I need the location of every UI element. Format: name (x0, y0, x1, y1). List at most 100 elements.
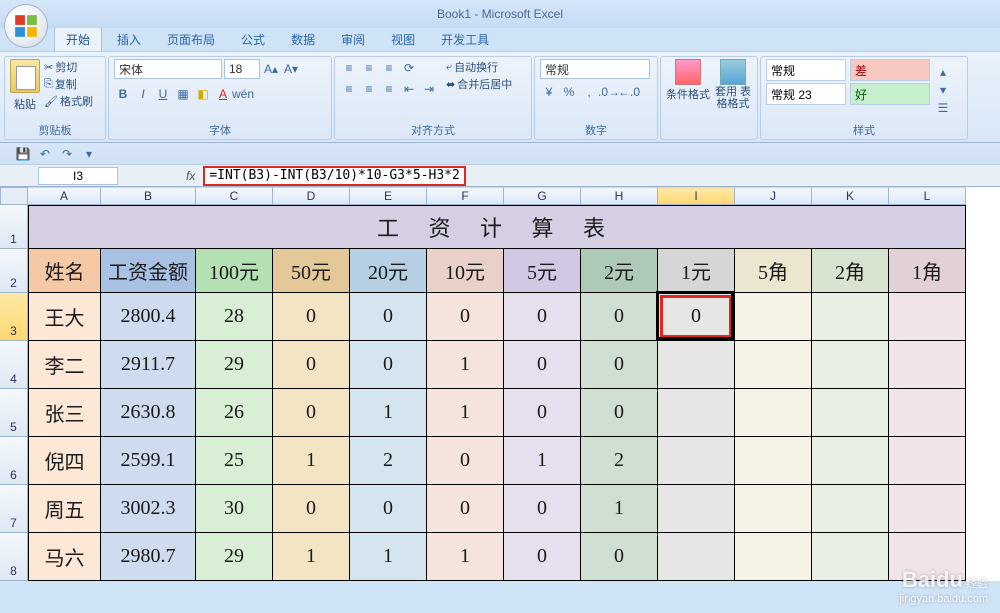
save-icon[interactable]: 💾 (14, 145, 32, 163)
col-header-J[interactable]: J (735, 187, 812, 205)
ribbon-tab-2[interactable]: 页面布局 (156, 28, 226, 51)
data-cell[interactable]: 0 (273, 341, 350, 389)
data-cell[interactable]: 0 (504, 485, 581, 533)
align-top-icon[interactable]: ≡ (340, 59, 358, 77)
data-cell[interactable] (735, 389, 812, 437)
data-cell[interactable]: 0 (350, 485, 427, 533)
italic-button[interactable]: I (134, 85, 152, 103)
col-header-B[interactable]: B (101, 187, 196, 205)
style-more-icon[interactable]: ☰ (934, 99, 952, 117)
header-cell[interactable]: 2元 (581, 249, 658, 293)
ribbon-tab-6[interactable]: 视图 (380, 28, 426, 51)
data-cell[interactable]: 倪四 (28, 437, 101, 485)
row-header-1[interactable]: 1 (0, 205, 28, 249)
data-cell[interactable]: 0 (504, 293, 581, 341)
col-header-G[interactable]: G (504, 187, 581, 205)
data-cell[interactable] (812, 341, 889, 389)
header-cell[interactable]: 5元 (504, 249, 581, 293)
ribbon-tab-0[interactable]: 开始 (54, 27, 102, 51)
style-good[interactable]: 好 (850, 83, 930, 105)
name-box[interactable] (38, 167, 118, 185)
data-cell[interactable]: 王大 (28, 293, 101, 341)
ribbon-tab-1[interactable]: 插入 (106, 28, 152, 51)
header-cell[interactable]: 20元 (350, 249, 427, 293)
ribbon-tab-3[interactable]: 公式 (230, 28, 276, 51)
font-color-button[interactable]: A (214, 85, 232, 103)
ribbon-tab-7[interactable]: 开发工具 (430, 28, 500, 51)
data-cell[interactable] (812, 533, 889, 581)
data-cell[interactable]: 0 (504, 341, 581, 389)
data-cell[interactable] (658, 485, 735, 533)
decrease-decimal-icon[interactable]: ←.0 (620, 83, 638, 101)
data-cell[interactable]: 李二 (28, 341, 101, 389)
data-cell[interactable]: 0 (427, 437, 504, 485)
undo-icon[interactable]: ↶ (36, 145, 54, 163)
data-cell[interactable]: 0 (273, 293, 350, 341)
data-cell[interactable] (658, 389, 735, 437)
underline-button[interactable]: U (154, 85, 172, 103)
data-cell[interactable] (812, 389, 889, 437)
data-cell[interactable]: 0 (504, 533, 581, 581)
merge-center-button[interactable]: ⬌合并后居中 (446, 76, 512, 92)
sheet-title-cell[interactable]: 工 资 计 算 表 (28, 205, 966, 249)
fx-icon[interactable]: fx (186, 169, 195, 183)
data-cell[interactable]: 张三 (28, 389, 101, 437)
cut-button[interactable]: ✂剪切 (44, 59, 93, 75)
data-cell[interactable]: 2 (350, 437, 427, 485)
data-cell[interactable]: 30 (196, 485, 273, 533)
data-cell[interactable]: 1 (273, 437, 350, 485)
data-cell[interactable]: 1 (581, 485, 658, 533)
data-cell[interactable]: 0 (350, 293, 427, 341)
ribbon-tab-4[interactable]: 数据 (280, 28, 326, 51)
data-cell[interactable]: 2599.1 (101, 437, 196, 485)
row-header-2[interactable]: 2 (0, 249, 28, 293)
col-header-C[interactable]: C (196, 187, 273, 205)
data-cell[interactable] (735, 293, 812, 341)
col-header-K[interactable]: K (812, 187, 889, 205)
data-cell[interactable]: 1 (504, 437, 581, 485)
qat-dropdown-icon[interactable]: ▾ (80, 145, 98, 163)
col-header-I[interactable]: I (658, 187, 735, 205)
col-header-H[interactable]: H (581, 187, 658, 205)
data-cell[interactable] (889, 341, 966, 389)
row-header-3[interactable]: 3 (0, 293, 28, 341)
data-cell[interactable] (735, 485, 812, 533)
data-cell[interactable]: 29 (196, 533, 273, 581)
decrease-font-icon[interactable]: A▾ (282, 60, 300, 78)
data-cell[interactable]: 0 (273, 389, 350, 437)
data-cell[interactable]: 3002.3 (101, 485, 196, 533)
data-cell[interactable]: 0 (273, 485, 350, 533)
data-cell[interactable]: 1 (350, 533, 427, 581)
col-header-L[interactable]: L (889, 187, 966, 205)
data-cell[interactable]: 1 (427, 341, 504, 389)
data-cell[interactable] (889, 437, 966, 485)
data-cell[interactable]: 0 (427, 485, 504, 533)
select-all-corner[interactable] (0, 187, 28, 205)
col-header-E[interactable]: E (350, 187, 427, 205)
data-cell[interactable]: 2911.7 (101, 341, 196, 389)
copy-button[interactable]: ⎘复制 (44, 76, 93, 92)
align-center-icon[interactable]: ≡ (360, 80, 378, 98)
header-cell[interactable]: 100元 (196, 249, 273, 293)
style-normal[interactable]: 常规 (766, 59, 846, 81)
data-cell[interactable] (658, 437, 735, 485)
col-header-A[interactable]: A (28, 187, 101, 205)
style-scroll-down-icon[interactable]: ▾ (934, 81, 952, 99)
wrap-text-button[interactable]: ⤶自动换行 (446, 59, 512, 75)
indent-inc-icon[interactable]: ⇥ (420, 80, 438, 98)
row-header-7[interactable]: 7 (0, 485, 28, 533)
data-cell[interactable]: 1 (427, 533, 504, 581)
data-cell[interactable]: 0 (658, 293, 735, 341)
row-header-6[interactable]: 6 (0, 437, 28, 485)
style-bad[interactable]: 差 (850, 59, 930, 81)
data-cell[interactable] (812, 293, 889, 341)
comma-icon[interactable]: , (580, 83, 598, 101)
data-cell[interactable]: 0 (350, 341, 427, 389)
data-cell[interactable] (735, 437, 812, 485)
data-cell[interactable]: 28 (196, 293, 273, 341)
data-cell[interactable]: 0 (581, 341, 658, 389)
data-cell[interactable]: 1 (273, 533, 350, 581)
col-header-D[interactable]: D (273, 187, 350, 205)
header-cell[interactable]: 1角 (889, 249, 966, 293)
align-middle-icon[interactable]: ≡ (360, 59, 378, 77)
